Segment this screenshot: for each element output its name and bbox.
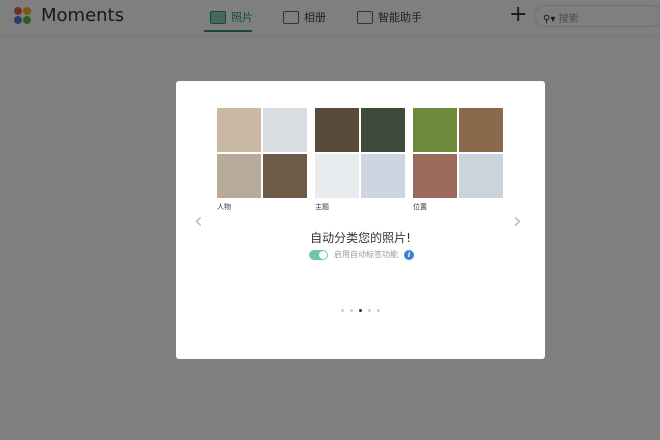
page-dot[interactable] (359, 309, 362, 312)
sample-photo (361, 108, 405, 152)
category-label: 人物 (217, 203, 231, 211)
page-dot[interactable] (368, 309, 371, 312)
sample-photo (217, 154, 261, 198)
page-indicator (341, 309, 380, 312)
toggle-label: 启用自动标签功能 (334, 250, 398, 259)
category-label: 主题 (315, 203, 329, 211)
category-places: 位置 (413, 108, 503, 212)
category-topics: 主题 (315, 108, 405, 212)
sample-photo (413, 154, 457, 198)
sample-photo (315, 108, 359, 152)
sample-photo (459, 154, 503, 198)
onboarding-dialog: ‹ › 人物 主题 位置 自动分类您的照片! 启用自动标签功能 i (176, 81, 545, 359)
sample-photo (263, 108, 307, 152)
auto-tag-toggle[interactable] (309, 249, 328, 260)
page-dot[interactable] (341, 309, 344, 312)
sample-photo (315, 154, 359, 198)
sample-photo (413, 108, 457, 152)
sample-photo (459, 108, 503, 152)
page-dot[interactable] (350, 309, 353, 312)
category-label: 位置 (413, 203, 427, 211)
dialog-headline: 自动分类您的照片! (310, 231, 411, 245)
page-dot[interactable] (377, 309, 380, 312)
info-icon[interactable]: i (404, 249, 414, 260)
auto-tag-setting: 启用自动标签功能 i (309, 249, 414, 260)
category-people: 人物 (217, 108, 307, 212)
sample-photo (263, 154, 307, 198)
sample-photo (217, 108, 261, 152)
sample-photo (361, 154, 405, 198)
